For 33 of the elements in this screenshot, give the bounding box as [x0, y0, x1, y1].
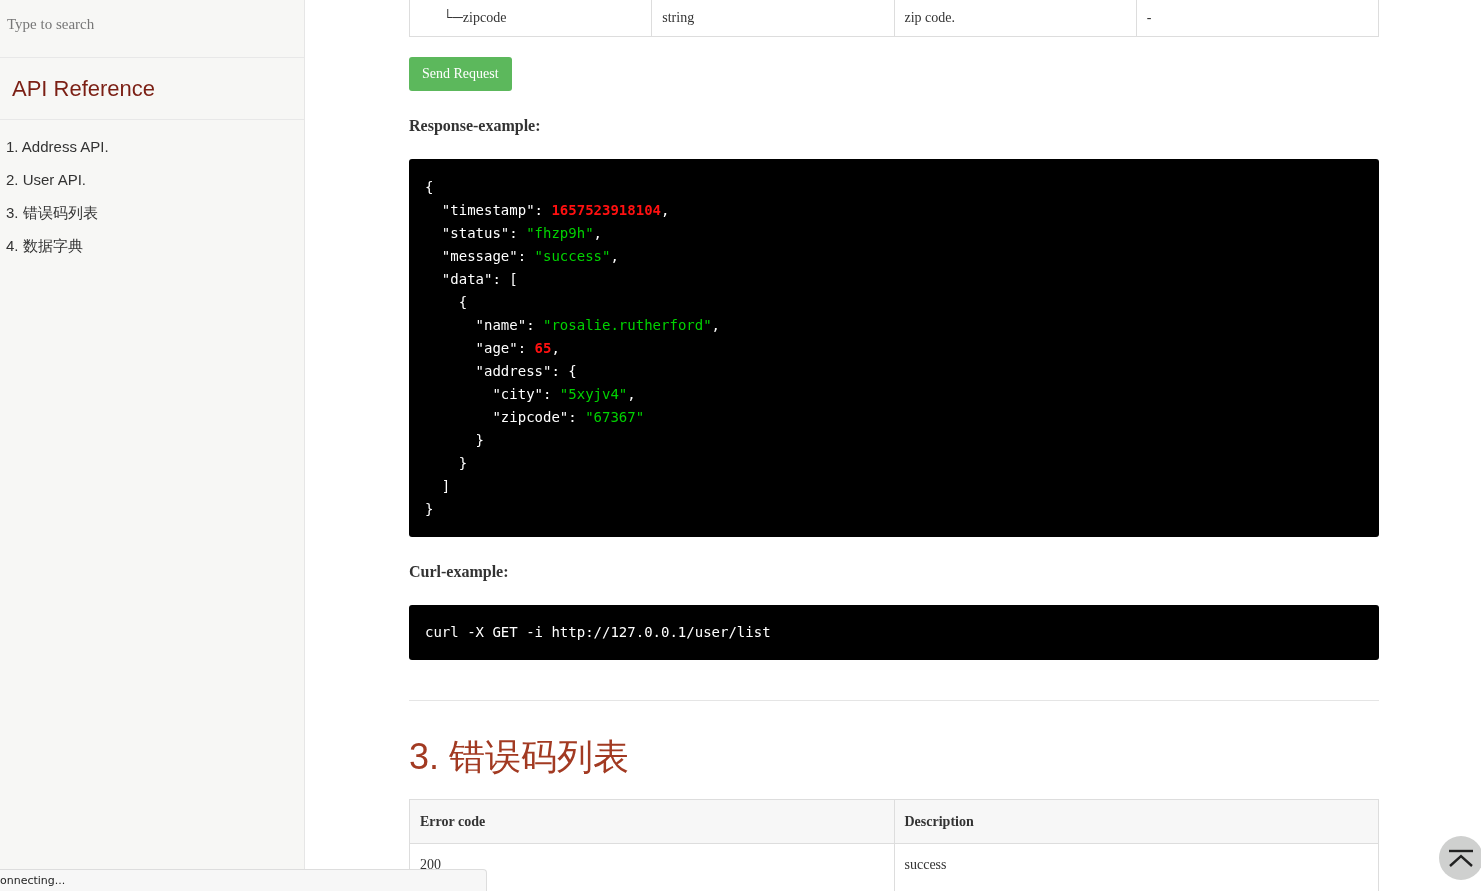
sidebar-title: API Reference: [12, 75, 156, 102]
code-line: ]: [440, 477, 452, 496]
column-header: Description: [894, 799, 1379, 844]
table-cell: string: [651, 0, 894, 37]
table-cell: -: [1136, 0, 1379, 37]
back-to-top-button[interactable]: [1439, 836, 1481, 880]
sidebar-link[interactable]: 1. Address API.: [6, 137, 109, 156]
code-line: }: [474, 431, 485, 450]
table-cell: zip code.: [894, 0, 1137, 37]
code-line: }: [457, 454, 469, 473]
table-cell: └─zipcode: [409, 0, 652, 37]
response-example-heading: Response-example:: [409, 116, 542, 136]
code-line: "age": 65,: [474, 339, 561, 358]
code-line: {: [457, 293, 469, 312]
code-line: "data": [: [440, 270, 519, 289]
code-line: "address": {: [474, 362, 578, 381]
code-line: "city": "5xyjv4",: [491, 385, 637, 404]
section-heading: 3. 错误码列表: [409, 735, 631, 779]
code-line: "name": "rosalie.rutherford",: [474, 316, 722, 335]
code-line: {: [425, 178, 435, 197]
sidebar-link[interactable]: 2. User API.: [6, 170, 87, 189]
code-line: "zipcode": "67367": [491, 408, 646, 427]
code-line: "timestamp": 1657523918104,: [440, 201, 671, 220]
sidebar-link[interactable]: 3. 错误码列表: [6, 203, 98, 222]
curl-example-heading: Curl-example:: [409, 562, 510, 582]
sidebar-link[interactable]: 4. 数据字典: [6, 236, 83, 255]
search-field[interactable]: Type to search: [0, 16, 294, 33]
column-header: Error code: [409, 799, 894, 844]
status-bar: onnecting...: [0, 869, 487, 891]
code-line: "status": "fhzp9h",: [440, 224, 604, 243]
code-line: }: [425, 500, 435, 519]
code-line: "message": "success",: [440, 247, 620, 266]
code-line: curl -X GET -i http://127.0.0.1/user/list: [425, 623, 772, 642]
